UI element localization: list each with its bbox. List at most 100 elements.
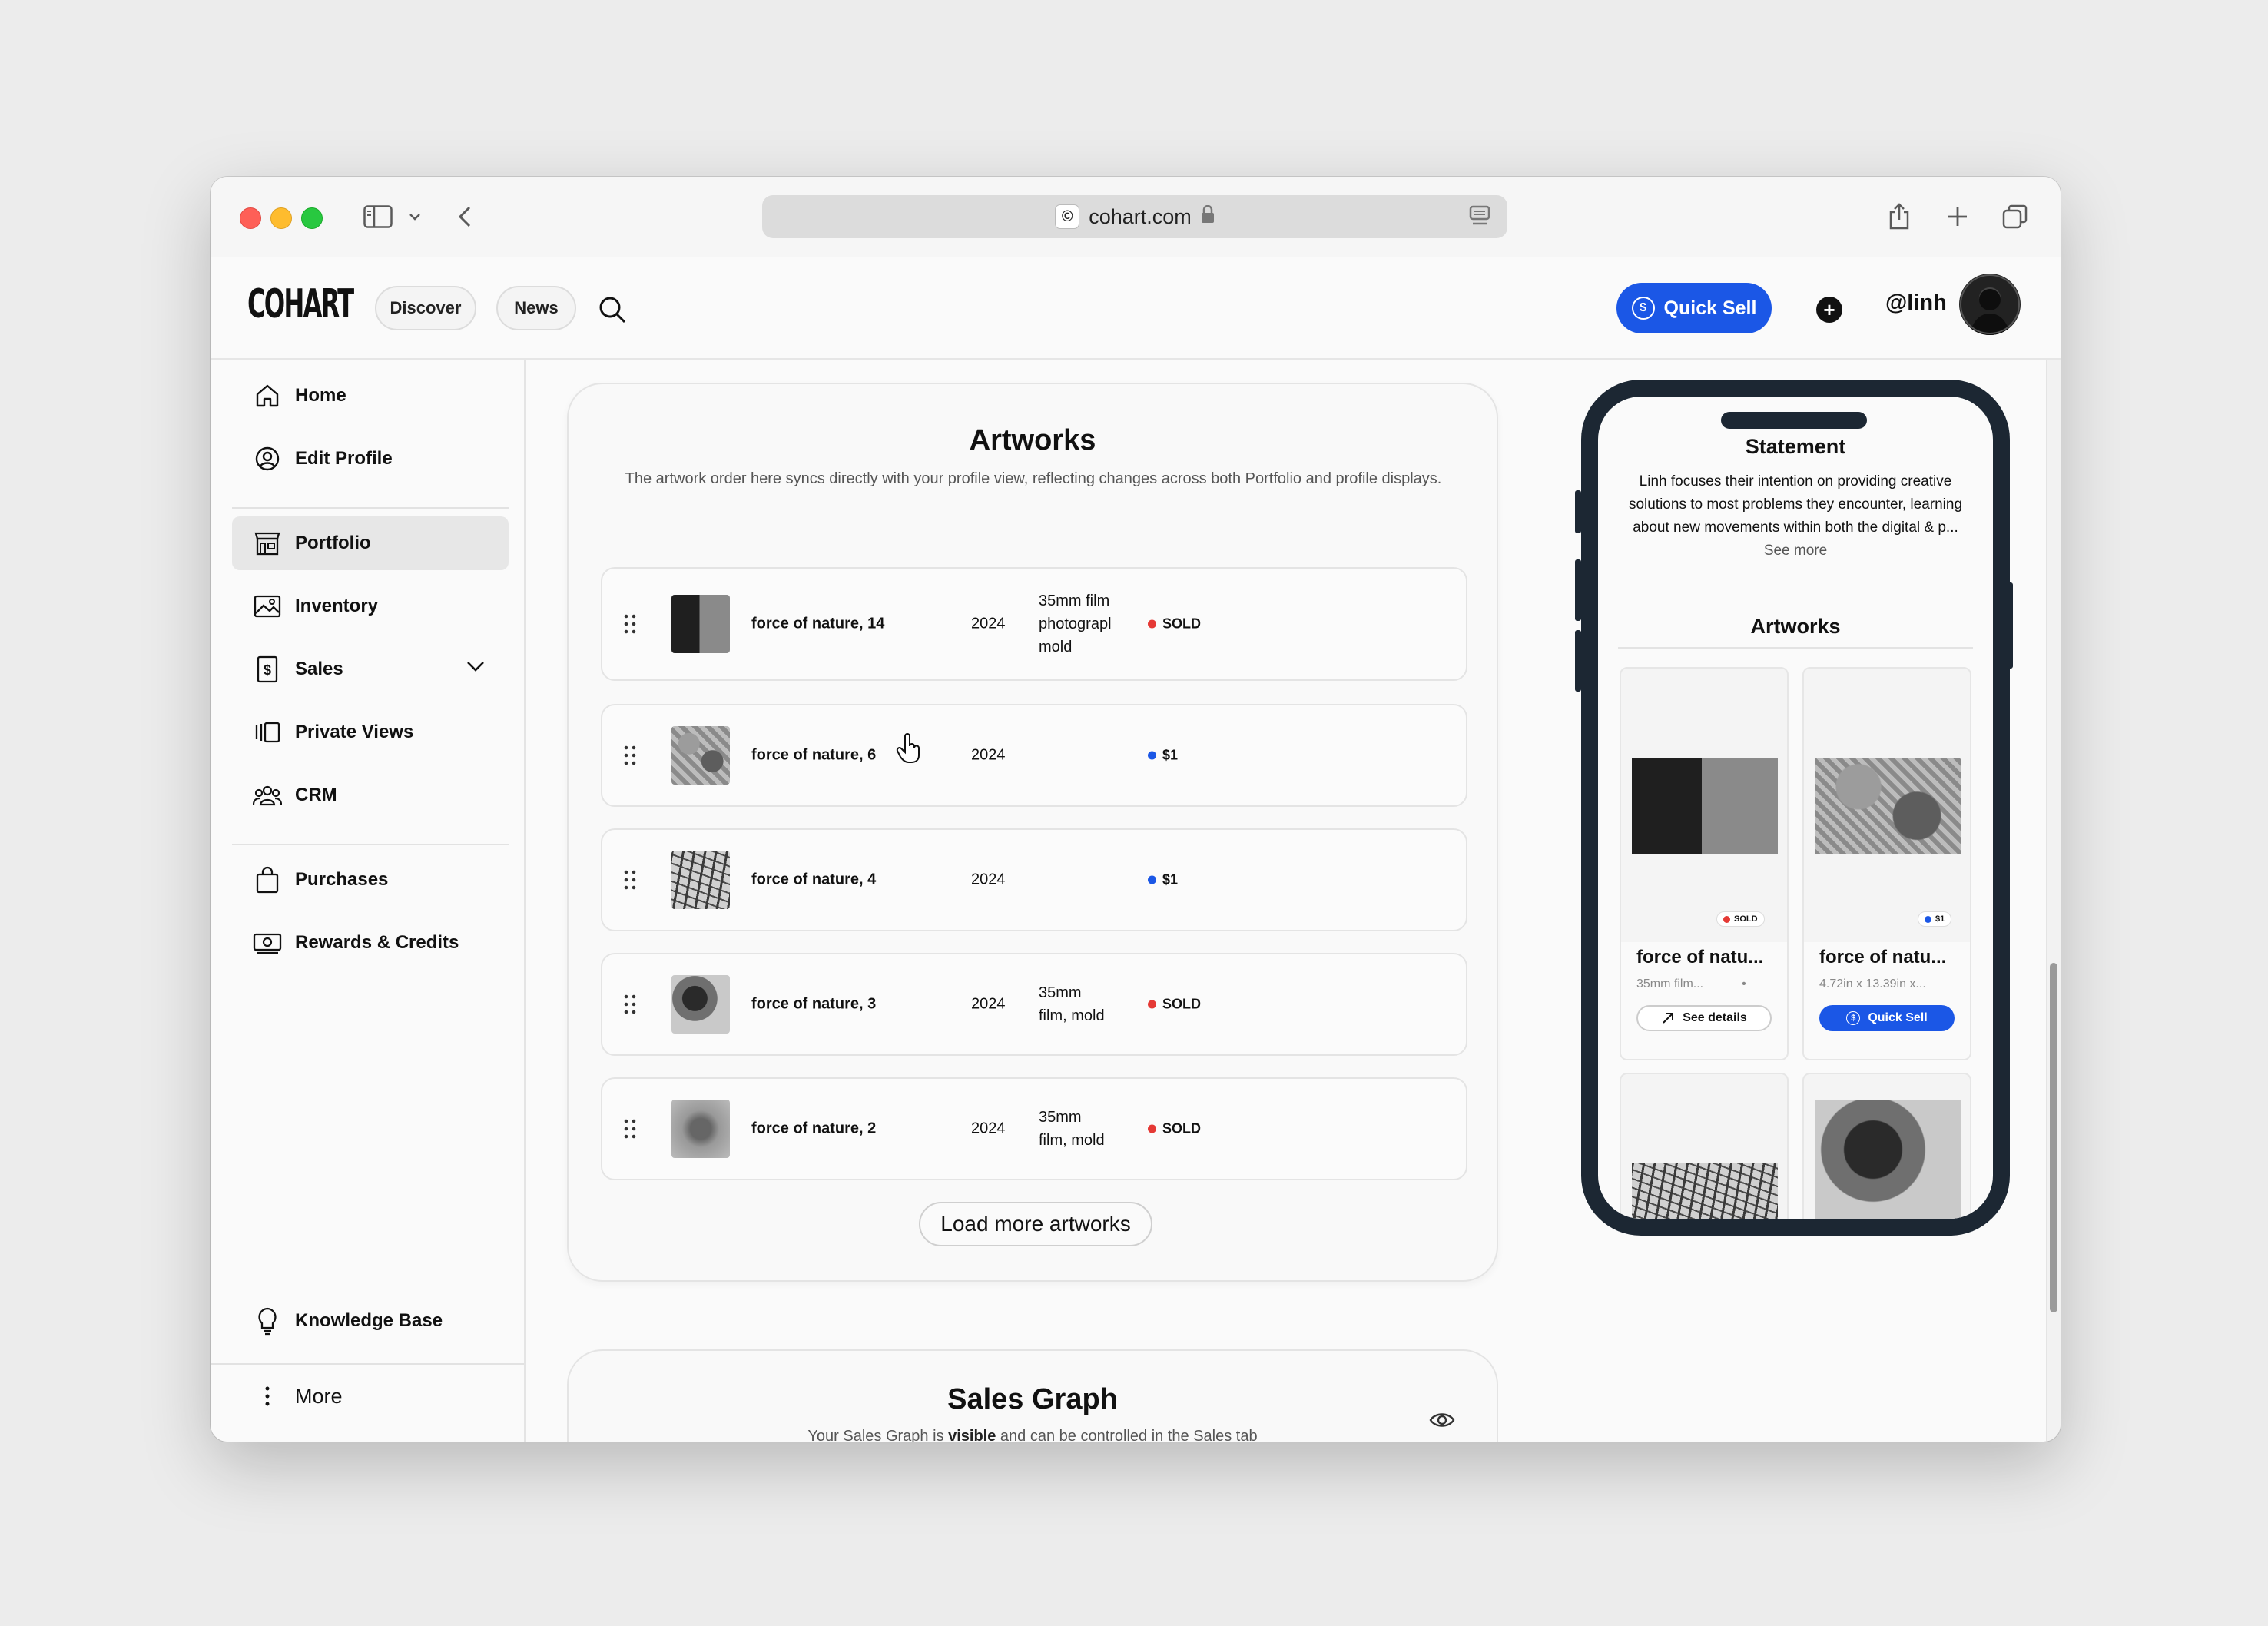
add-icon[interactable]: + <box>1816 297 1842 323</box>
artwork-thumbnail <box>671 975 730 1034</box>
dollar-coin-icon: $ <box>1631 297 1655 320</box>
back-icon[interactable] <box>453 197 476 237</box>
sidebar-toggle-icon[interactable] <box>361 197 395 237</box>
see-more-link[interactable]: See more <box>1764 543 1827 559</box>
sidebar-item-purchases[interactable]: Purchases <box>232 853 509 907</box>
phone-side-button <box>1575 559 1581 621</box>
sidebar-item-sales[interactable]: $ Sales <box>232 642 509 696</box>
drag-handle-icon[interactable] <box>624 1118 636 1140</box>
artwork-image <box>1815 758 1961 854</box>
status-badge: SOLD <box>1148 616 1201 632</box>
people-icon <box>252 780 283 811</box>
sidebar-item-label: Sales <box>295 659 343 679</box>
drag-handle-icon[interactable] <box>624 994 636 1015</box>
share-icon[interactable] <box>1885 197 1913 237</box>
sidebar-item-label: Private Views <box>295 722 414 742</box>
user-handle[interactable]: @linh <box>1885 290 1947 316</box>
table-row[interactable]: force of nature, 6 2024 $1 <box>601 704 1467 807</box>
search-icon[interactable] <box>598 295 627 328</box>
scrollbar-thumb[interactable] <box>2050 963 2057 1312</box>
tab-overview-icon[interactable] <box>2001 197 2030 237</box>
avatar[interactable] <box>1959 274 2021 335</box>
chevron-down-icon[interactable] <box>466 656 486 678</box>
load-more-button[interactable]: Load more artworks <box>919 1202 1152 1246</box>
sales-graph-card: Sales Graph Your Sales Graph is visible … <box>567 1349 1498 1442</box>
phone-artwork-card[interactable] <box>1620 1073 1789 1219</box>
nav-news-button[interactable]: News <box>496 286 576 330</box>
sales-graph-title: Sales Graph <box>947 1383 1118 1415</box>
eye-icon[interactable] <box>1429 1411 1455 1433</box>
sidebar-item-private-views[interactable]: Private Views <box>232 705 509 759</box>
phone-artwork-card[interactable] <box>1802 1073 1971 1219</box>
artwork-medium: 35mm film, mold <box>1039 984 1105 1024</box>
sidebar-item-rewards-credits[interactable]: Rewards & Credits <box>232 916 509 970</box>
bag-icon <box>252 864 283 895</box>
drag-handle-icon[interactable] <box>624 745 636 766</box>
sidebar: Home Edit Profile Portfolio Inventory $ … <box>211 360 526 1442</box>
divider <box>232 507 509 509</box>
sidebar-item-label: More <box>295 1384 343 1408</box>
sidebar-item-home[interactable]: Home <box>232 369 509 423</box>
phone-side-button <box>1575 630 1581 692</box>
sidebar-item-knowledge-base[interactable]: Knowledge Base <box>232 1294 509 1348</box>
reader-mode-icon[interactable] <box>1469 204 1490 233</box>
sidebar-item-label: Portfolio <box>295 533 371 553</box>
artwork-title: force of nature, 4 <box>751 871 877 888</box>
sidebar-item-edit-profile[interactable]: Edit Profile <box>232 432 509 486</box>
artwork-thumbnail <box>671 1100 730 1158</box>
table-row[interactable]: force of nature, 2 2024 35mm film, mold … <box>601 1077 1467 1180</box>
phone-artwork-card[interactable]: $1 force of natu... 4.72in x 13.39in x..… <box>1802 667 1971 1060</box>
nav-discover-button[interactable]: Discover <box>375 286 476 330</box>
card-title: force of natu... <box>1819 947 1947 967</box>
status-dot <box>1925 915 1931 923</box>
phone-side-button <box>1575 490 1581 533</box>
new-tab-icon[interactable] <box>1944 197 1971 237</box>
artwork-thumbnail <box>671 851 730 909</box>
sidebar-item-label: Edit Profile <box>295 448 393 469</box>
artworks-title: Artworks <box>969 424 1096 456</box>
artwork-image <box>1632 758 1778 854</box>
quick-sell-button[interactable]: $ Quick Sell <box>1819 1005 1955 1031</box>
sales-graph-description: Your Sales Graph is visible and can be c… <box>807 1428 1258 1442</box>
artwork-image <box>1632 1163 1778 1219</box>
drag-handle-icon[interactable] <box>624 613 636 635</box>
artwork-image <box>1815 1100 1961 1219</box>
artwork-medium: 35mm film, mold <box>1039 1109 1105 1149</box>
drag-handle-icon[interactable] <box>624 869 636 891</box>
statement-text: Linh focuses their intention on providin… <box>1628 473 1963 559</box>
artwork-year: 2024 <box>971 746 1006 764</box>
cohart-logo[interactable]: COHART <box>247 281 354 327</box>
gallery-icon <box>252 717 283 748</box>
divider <box>211 1363 524 1365</box>
sidebar-item-inventory[interactable]: Inventory <box>232 579 509 633</box>
table-row[interactable]: force of nature, 4 2024 $1 <box>601 828 1467 931</box>
close-window-button[interactable] <box>240 207 261 229</box>
artwork-thumbnail <box>671 726 730 785</box>
see-details-button[interactable]: See details <box>1636 1005 1772 1031</box>
artwork-medium: 35mm film photograpl mold <box>1039 592 1112 655</box>
table-row[interactable]: force of nature, 3 2024 35mm film, mold … <box>601 953 1467 1056</box>
sidebar-item-portfolio[interactable]: Portfolio <box>232 516 509 570</box>
scrollbar[interactable] <box>2046 360 2061 1442</box>
sidebar-item-crm[interactable]: CRM <box>232 768 509 822</box>
browser-window: © cohart.com COHART Discover News $ Quic… <box>211 177 2061 1442</box>
quick-sell-button[interactable]: $ Quick Sell <box>1616 283 1772 333</box>
minimize-window-button[interactable] <box>270 207 292 229</box>
zoom-window-button[interactable] <box>301 207 323 229</box>
address-bar[interactable]: © cohart.com <box>762 195 1507 238</box>
sidebar-item-label: Knowledge Base <box>295 1310 443 1331</box>
lightbulb-icon <box>252 1306 283 1336</box>
phone-artwork-card[interactable]: SOLD force of natu... 35mm film... • See … <box>1620 667 1789 1060</box>
lock-icon <box>1201 204 1215 229</box>
table-row[interactable]: force of nature, 14 2024 35mm film photo… <box>601 567 1467 681</box>
sidebar-item-more[interactable]: More <box>232 1369 509 1423</box>
artwork-title: force of nature, 14 <box>751 615 885 632</box>
dynamic-island <box>1721 412 1867 429</box>
more-vertical-icon <box>252 1381 283 1412</box>
artwork-year: 2024 <box>971 995 1006 1013</box>
statement-title: Statement <box>1745 435 1846 458</box>
sidebar-item-label: Home <box>295 385 346 406</box>
quick-sell-label: Quick Sell <box>1663 297 1757 319</box>
chevron-down-icon[interactable] <box>406 197 424 237</box>
status-dot <box>1148 1000 1156 1009</box>
